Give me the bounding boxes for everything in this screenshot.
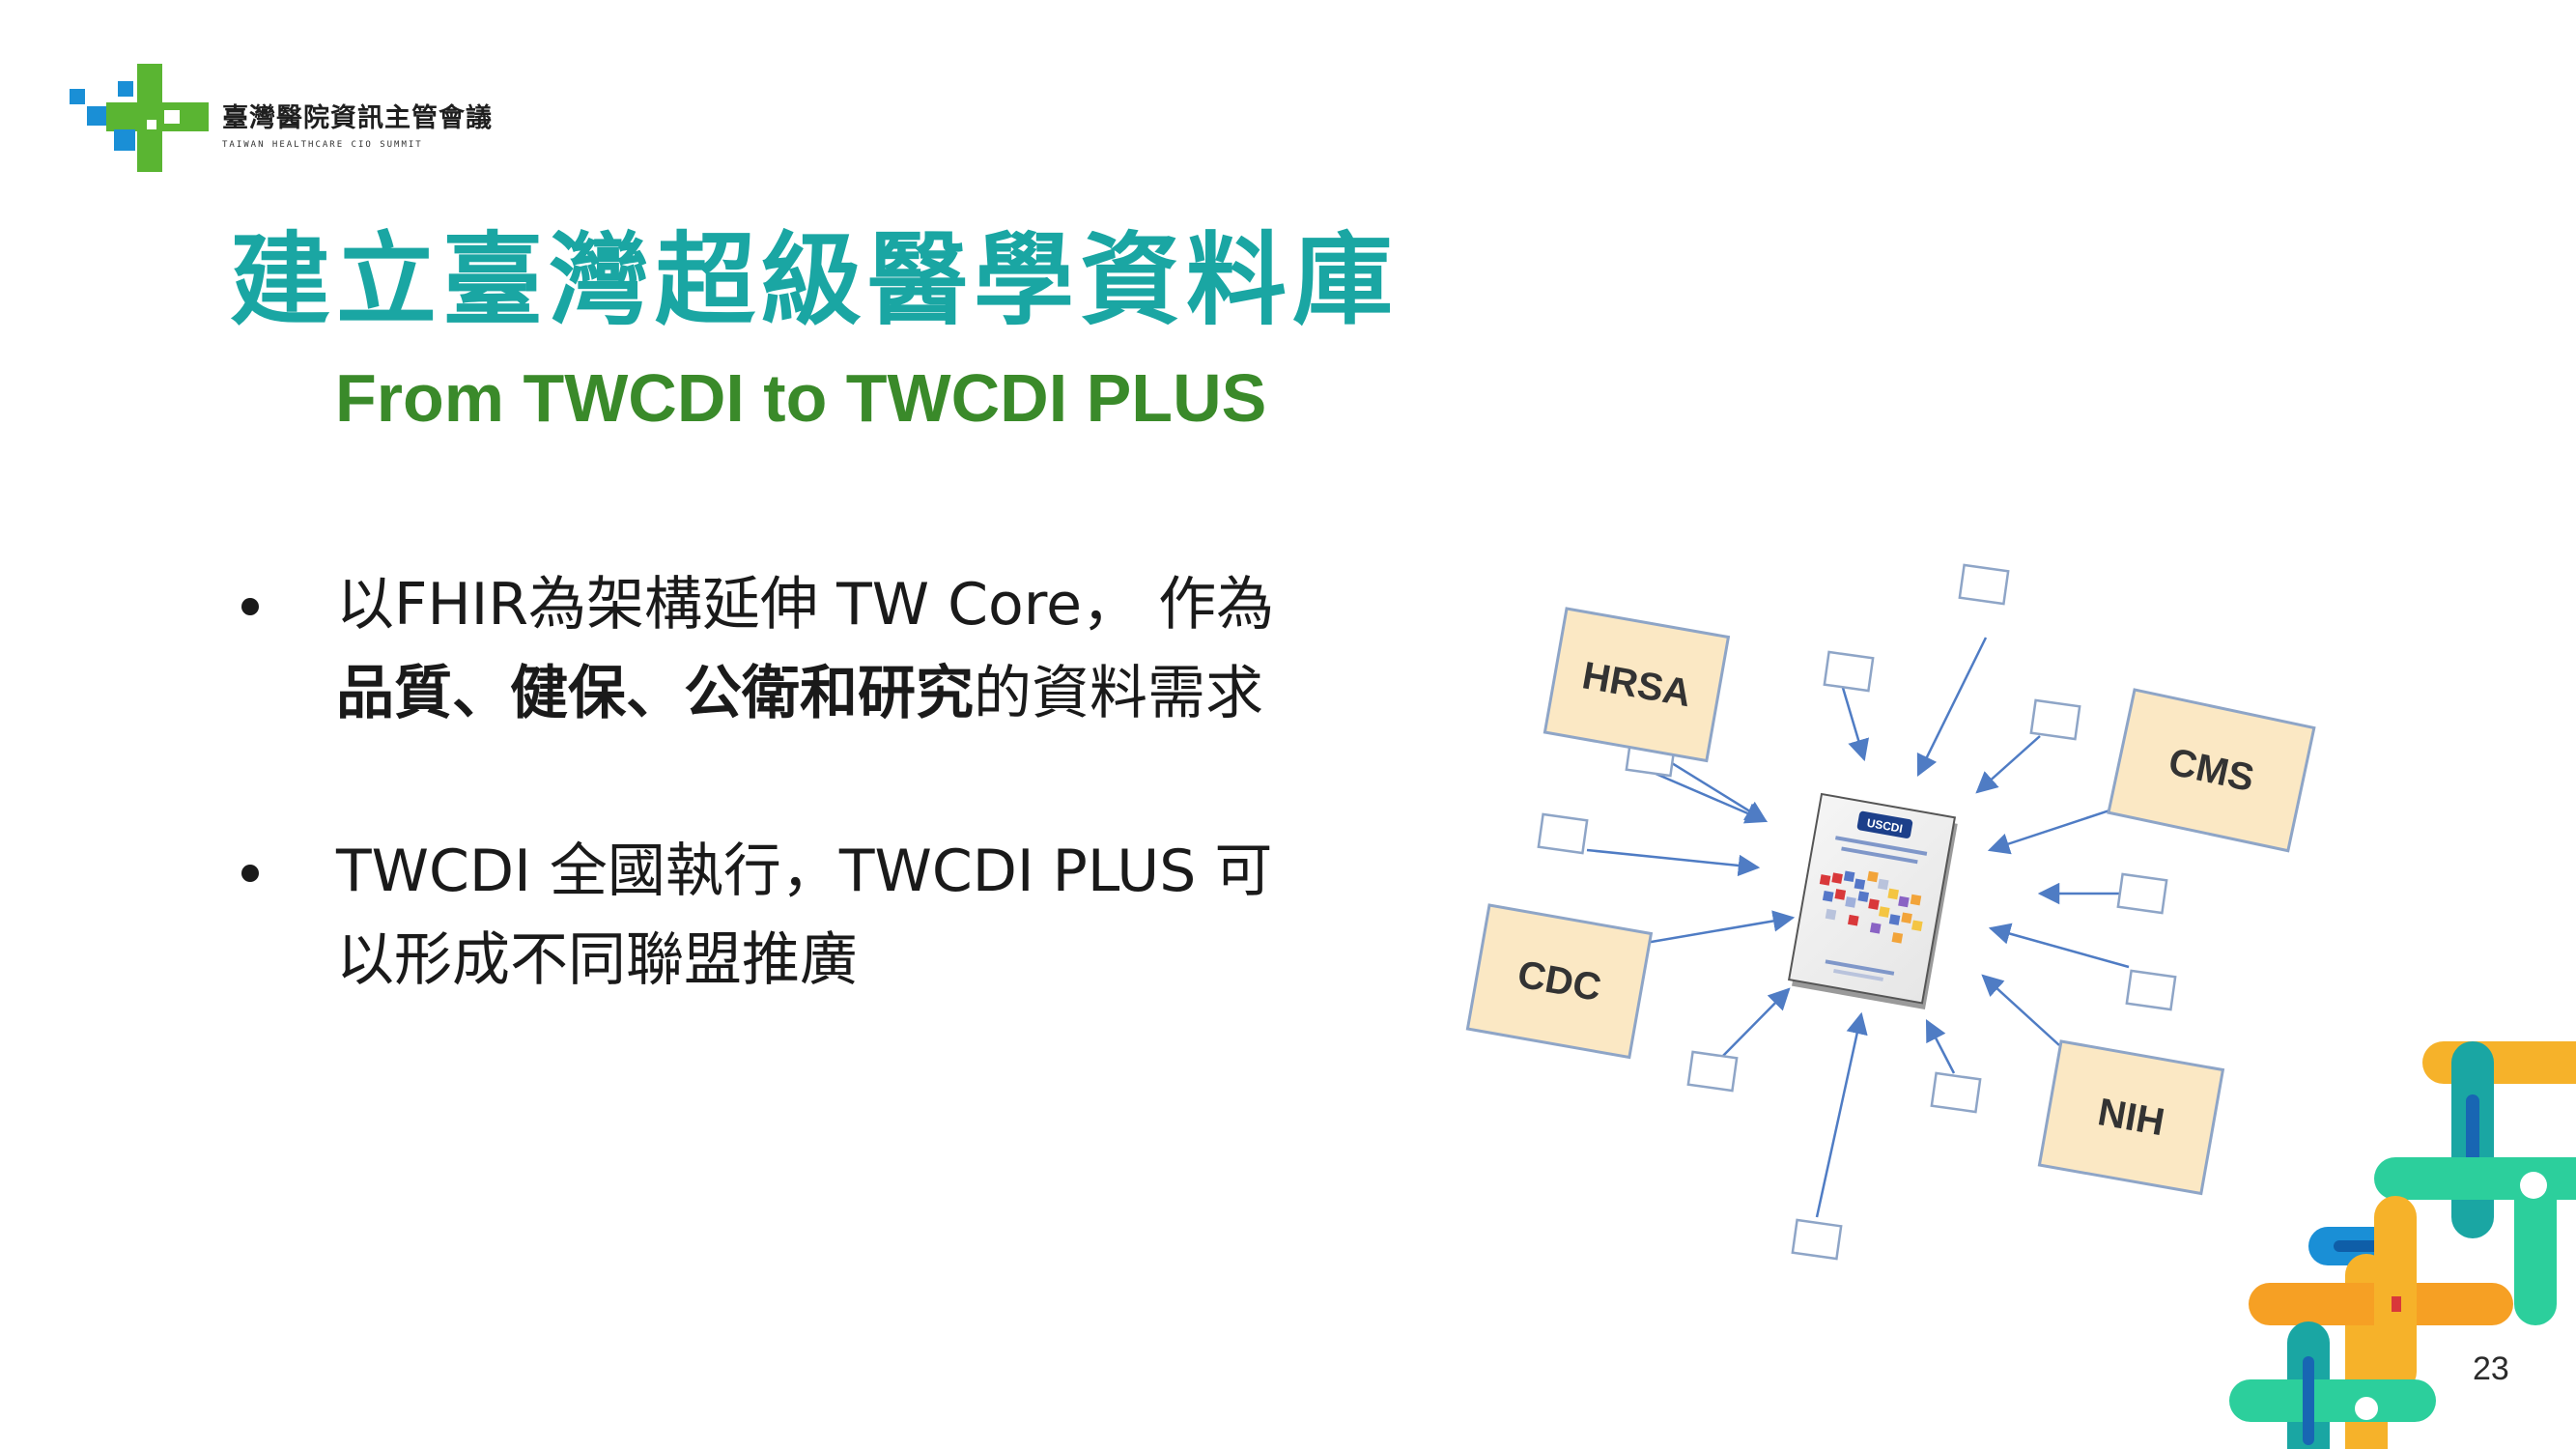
arrow <box>1975 735 2041 794</box>
arrow <box>1988 923 2130 969</box>
small-box <box>1958 563 2010 606</box>
arrow <box>1987 807 2116 855</box>
arrow <box>1716 987 1791 1063</box>
arrow <box>1815 1011 1868 1218</box>
small-box <box>2116 872 2168 915</box>
logo-text: 臺灣醫院資訊主管會議 TAIWAN HEALTHCARE CIO SUMMIT <box>222 97 493 150</box>
agency-box-cdc: CDC <box>1465 903 1654 1060</box>
bullet-line: TWCDI 全國執行，TWCDI PLUS 可 <box>336 838 1273 905</box>
arrow <box>1841 687 1870 762</box>
small-box <box>1823 650 1875 693</box>
bullet-list: 以FHIR為架構延伸 TW Core， 作為 品質、健保、公衛和研究的資料需求 … <box>232 560 1449 1005</box>
arrow <box>1981 974 2060 1046</box>
bullet-text: 的資料需求 <box>974 660 1263 727</box>
bullet-item: TWCDI 全國執行，TWCDI PLUS 可 以形成不同聯盟推廣 <box>232 827 1449 1005</box>
arrow <box>1925 1019 1956 1074</box>
slide-subtitle: From TWCDI to TWCDI PLUS <box>335 360 1267 436</box>
bullet-line: 以FHIR為架構延伸 TW Core， 作為 <box>336 571 1275 639</box>
bullet-line: 以形成不同聯盟推廣 <box>336 926 858 994</box>
agency-box-hrsa: HRSA <box>1543 607 1731 763</box>
logo: 臺灣醫院資訊主管會議 TAIWAN HEALTHCARE CIO SUMMIT <box>68 60 492 176</box>
small-box <box>2029 698 2081 741</box>
bullet-item: 以FHIR為架構延伸 TW Core， 作為 品質、健保、公衛和研究的資料需求 <box>232 560 1449 738</box>
arrow <box>1653 771 1769 824</box>
small-box <box>1791 1218 1843 1261</box>
small-box <box>1537 812 1589 855</box>
slide-title: 建立臺灣超級醫學資料庫 <box>230 221 1400 339</box>
bullet-bold-text: 品質、健保、公衛和研究 <box>336 660 974 727</box>
logo-cross-icon <box>70 64 209 172</box>
logo-chinese-name: 臺灣醫院資訊主管會議 <box>222 103 493 133</box>
bullet-dot-icon <box>241 598 259 615</box>
bullet-dot-icon <box>241 865 259 882</box>
arrow <box>1916 637 1988 778</box>
page-number: 23 <box>2473 1350 2509 1387</box>
small-box <box>1686 1050 1739 1093</box>
logo-english-name: TAIWAN HEALTHCARE CIO SUMMIT <box>222 140 423 150</box>
bullet-line: 品質、健保、公衛和研究的資料需求 <box>336 649 1449 738</box>
agency-box-cms: CMS <box>2107 688 2316 853</box>
uscdi-document: USCDI <box>1787 792 1958 1009</box>
arrow <box>1633 910 1796 947</box>
small-box <box>1930 1071 1982 1114</box>
arrow <box>1586 848 1761 877</box>
